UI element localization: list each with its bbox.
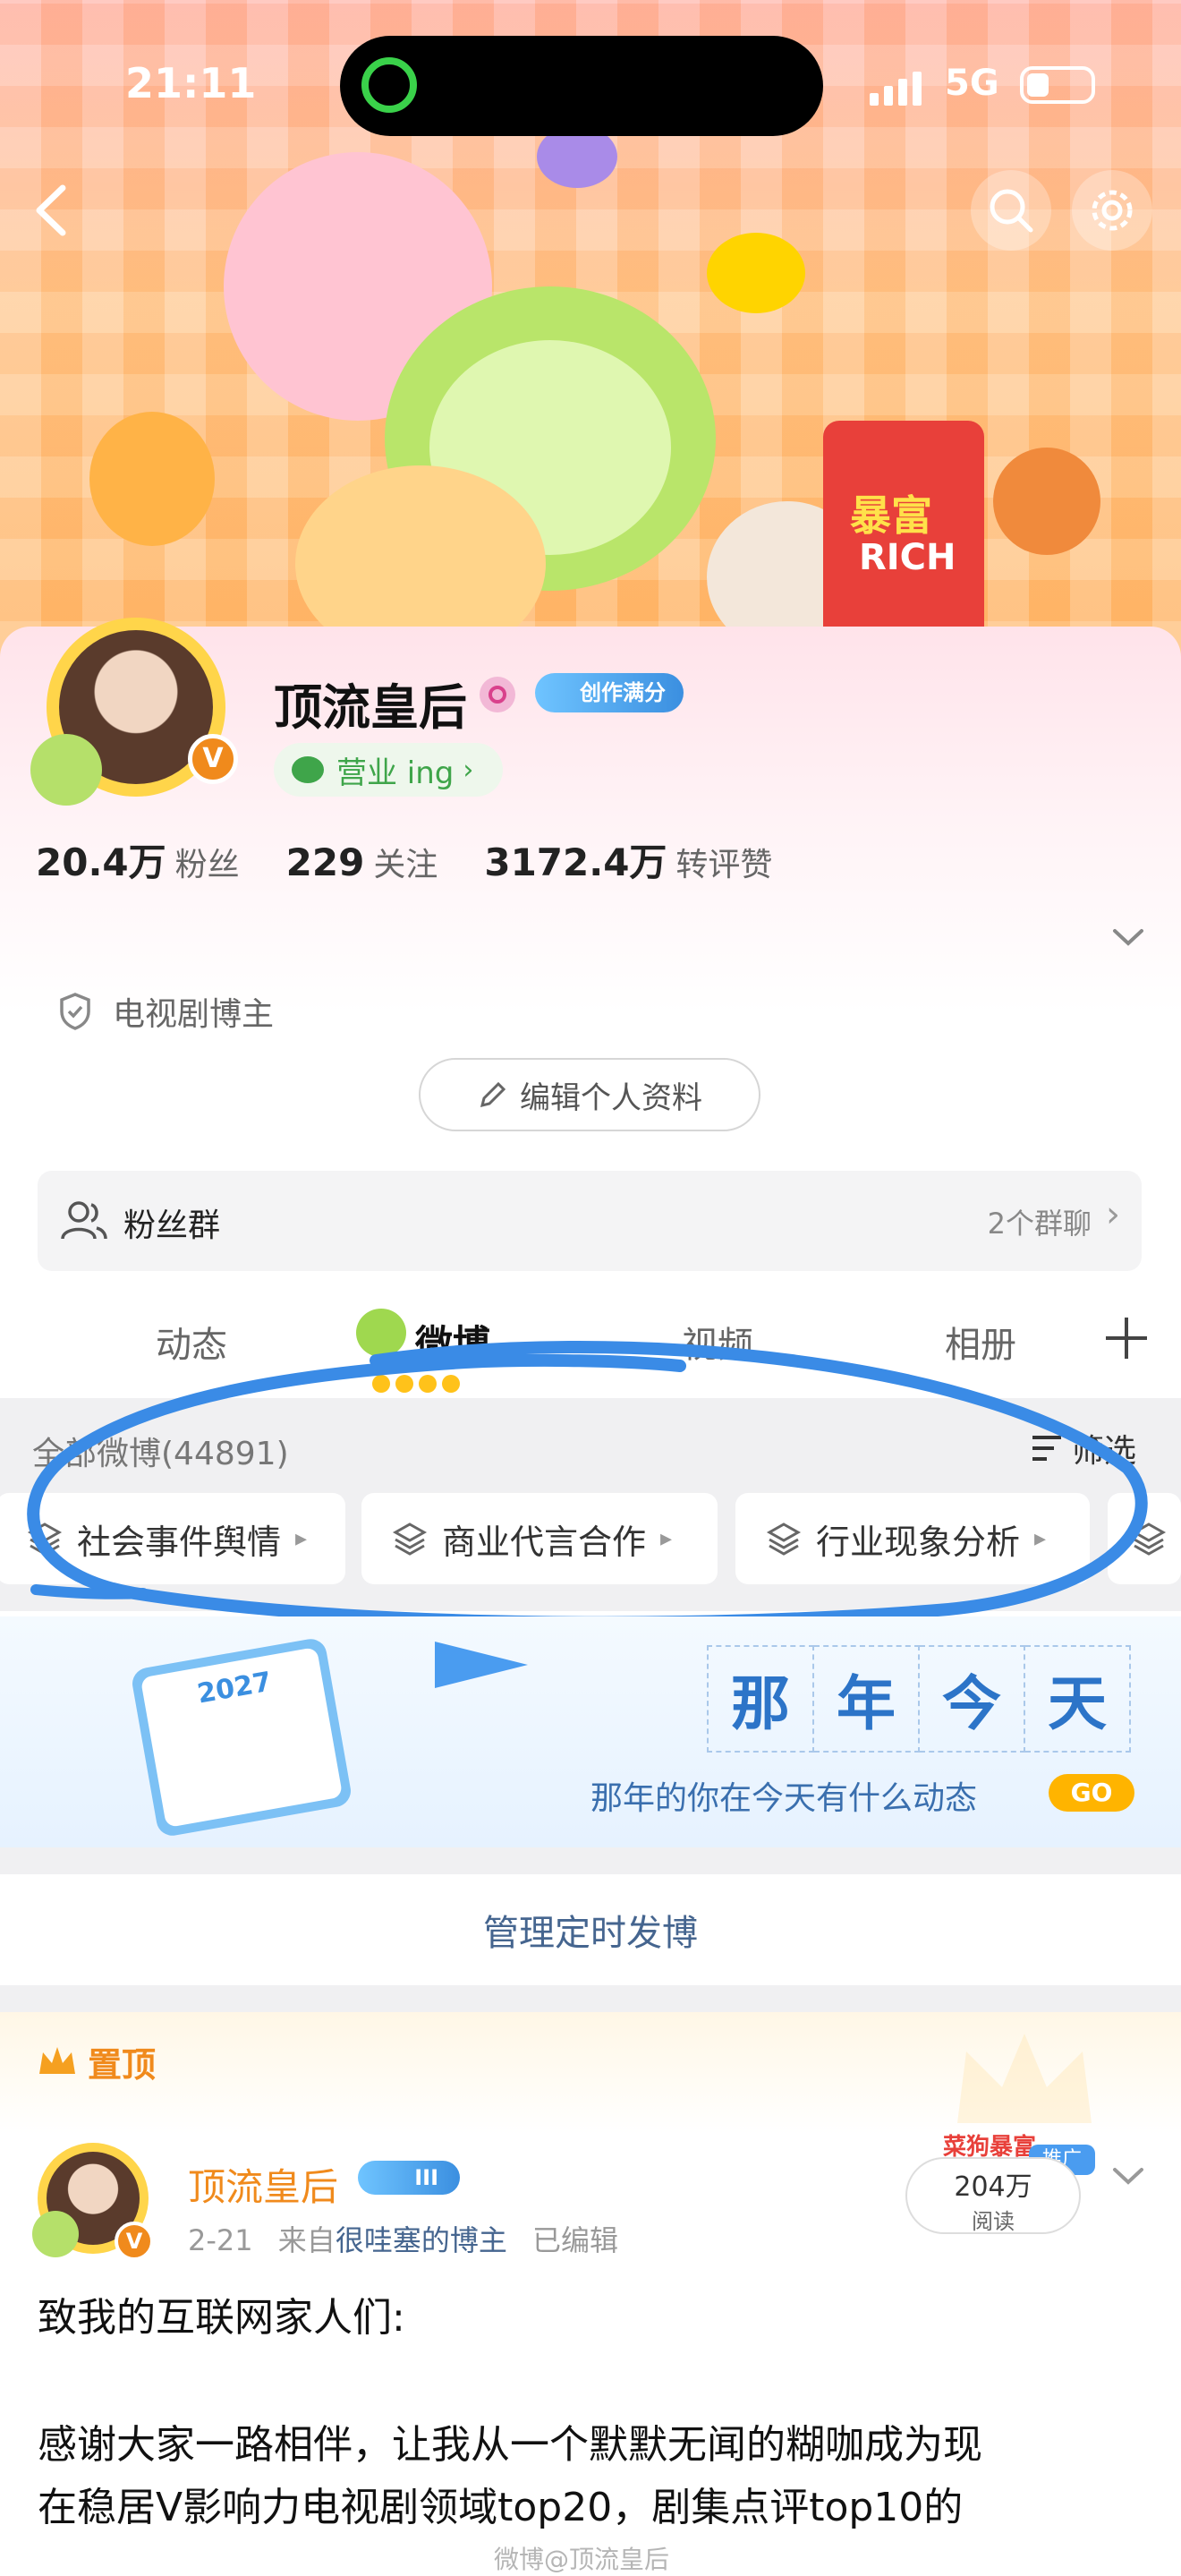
search-icon: [990, 189, 1033, 233]
reads-number: 204万: [954, 2171, 1032, 2203]
post-source[interactable]: 很哇塞的博主: [336, 2223, 507, 2257]
group-icon: [61, 1201, 107, 1240]
go-button[interactable]: GO: [1049, 1774, 1134, 1812]
stat-num: 229: [285, 840, 365, 884]
memory-title: 那 年 今 天: [707, 1645, 1131, 1753]
stat-label: 关注: [373, 847, 438, 883]
reads-badge: 204万 阅读: [905, 2157, 1081, 2234]
reads-label: 阅读: [972, 2209, 1015, 2234]
category-label: 电视剧博主: [113, 996, 275, 1033]
back-icon: [36, 184, 66, 236]
post-author-name[interactable]: 顶流皇后: [188, 2157, 338, 2212]
battery-icon: [1020, 66, 1095, 104]
pinned-label: 置顶: [88, 2045, 157, 2085]
stat-label: 转评赞: [675, 847, 773, 883]
stat-interactions[interactable]: 3172.4万 转评赞: [484, 832, 772, 887]
stat-label: 粉丝: [174, 847, 240, 883]
paper-plane-icon: [435, 1642, 528, 1688]
gender-icon: [480, 677, 515, 712]
stat-num: 20.4万: [36, 840, 166, 884]
level-badge: III: [358, 2161, 460, 2195]
post-source-prefix: 来自: [277, 2223, 336, 2257]
post-edited: 已编辑: [532, 2223, 619, 2257]
pinned-header: 置顶: [36, 2037, 156, 2086]
stat-num: 3172.4万: [484, 840, 667, 884]
network-label: 5G: [945, 63, 999, 104]
fan-group-label: 粉丝群: [123, 1207, 221, 1244]
category-row: 电视剧博主: [57, 988, 274, 1035]
pencil-icon: [480, 1081, 506, 1108]
fan-group-row[interactable]: 粉丝群 2个群聊 ›: [38, 1171, 1142, 1271]
post-menu-button[interactable]: [1108, 2155, 1149, 2196]
profile-name: 顶流皇后: [274, 679, 467, 736]
creator-badge-label: 创作满分: [580, 680, 666, 705]
crown-watermark-icon: [939, 2016, 1109, 2141]
post-text-line: 在稳居V影响力电视剧领域top20，剧集点评top10的: [38, 2485, 964, 2530]
shield-icon: [60, 993, 90, 1030]
memory-title-char: 天: [1025, 1645, 1131, 1753]
memory-title-char: 今: [920, 1645, 1025, 1753]
status-pill-label: 营业 ing: [336, 755, 455, 791]
post-text-line: 致我的互联网家人们:: [38, 2295, 405, 2341]
chevron-right-icon: ›: [1106, 1194, 1120, 1235]
settings-button[interactable]: [1072, 170, 1152, 251]
back-button[interactable]: [18, 170, 89, 251]
manage-scheduled-label: 管理定时发博: [483, 1913, 698, 1954]
dynamic-island: [340, 36, 823, 136]
stat-following[interactable]: 229 关注: [286, 839, 438, 885]
verified-icon: V: [115, 2222, 154, 2261]
avatar[interactable]: V: [30, 618, 242, 806]
chevron-right-icon: ›: [463, 754, 474, 786]
manage-scheduled-button[interactable]: 管理定时发博: [0, 1874, 1181, 1985]
section-gap: [0, 1847, 1181, 1874]
annotation-loop: [27, 1341, 1148, 1629]
section-gap: [0, 1985, 1181, 2012]
memory-subtitle: 那年的你在今天有什么动态: [590, 1780, 978, 1817]
stat-followers[interactable]: 20.4万 粉丝: [36, 832, 240, 887]
signal-icon: [870, 70, 927, 106]
expand-bio-button[interactable]: [1106, 915, 1151, 960]
profile-banner: 暴富 RICH 21:11 5G: [0, 0, 1181, 662]
post-date: 2-21: [188, 2223, 253, 2257]
go-label: GO: [1070, 1778, 1113, 1807]
post-text-line: 感谢大家一路相伴，让我从一个默默无闻的糊咖成为现: [38, 2422, 982, 2468]
fan-group-count: 2个群聊: [987, 1207, 1092, 1241]
calendar-icon: 2027: [130, 1636, 353, 1838]
post-author-avatar[interactable]: V: [32, 2139, 157, 2265]
weibo-logo-icon: [292, 756, 324, 783]
level-label: III: [414, 2165, 438, 2190]
status-pill[interactable]: 营业 ing ›: [274, 743, 503, 797]
memory-title-char: 年: [814, 1645, 920, 1753]
post-meta: 2-21 来自很哇塞的博主 已编辑: [188, 2218, 618, 2259]
crown-icon: [39, 2046, 75, 2074]
memory-title-char: 那: [707, 1645, 814, 1753]
watermark: 微博@顶流皇后: [494, 2545, 670, 2574]
status-time: 21:11: [125, 59, 257, 107]
stats-row: 20.4万 粉丝 229 关注 3172.4万 转评赞: [36, 832, 772, 887]
memory-banner[interactable]: 2027 那 年 今 天 那年的你在今天有什么动态 GO: [0, 1616, 1181, 1847]
chevron-down-icon: [1113, 2168, 1143, 2185]
edit-profile-button[interactable]: 编辑个人资料: [419, 1058, 760, 1131]
edit-profile-label: 编辑个人资料: [520, 1079, 702, 1116]
verified-icon: V: [188, 734, 238, 784]
chevron-down-icon: [1113, 929, 1143, 946]
search-button[interactable]: [971, 170, 1051, 251]
gear-icon: [1092, 190, 1133, 231]
creator-badge: 创作满分: [535, 673, 684, 712]
